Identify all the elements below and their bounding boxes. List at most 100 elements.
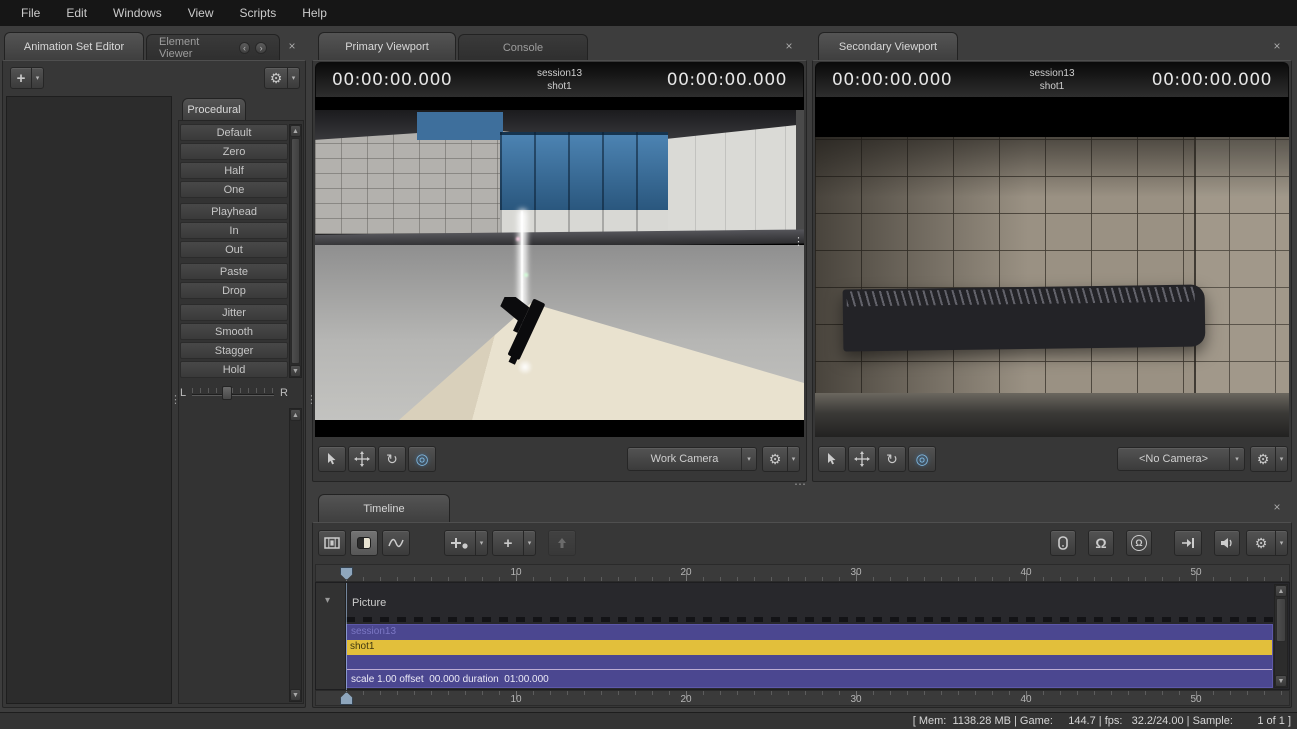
go-to-end-button[interactable]: [1174, 530, 1202, 556]
scroll-thumb[interactable]: [291, 138, 300, 364]
timeline-settings-button[interactable]: ⚙ ▾: [1246, 530, 1288, 556]
preset-scrollbar[interactable]: ▲ ▼: [289, 124, 302, 378]
add-animation-set-button[interactable]: + ▾: [10, 67, 44, 89]
rotate-icon: ↻: [386, 450, 398, 467]
camera-selector[interactable]: Work Camera ▾: [627, 447, 757, 471]
motion-editor-mode-button[interactable]: [350, 530, 378, 556]
preset-smooth[interactable]: Smooth: [180, 323, 288, 340]
scroll-down-icon[interactable]: ▼: [290, 689, 301, 701]
track-expander[interactable]: ▾: [325, 595, 330, 606]
tab-procedural[interactable]: Procedural: [182, 98, 246, 120]
close-panel-button[interactable]: ×: [1270, 500, 1284, 514]
move-tool-button[interactable]: [348, 446, 376, 472]
tab-console[interactable]: Console: [458, 34, 588, 60]
track-area: ▾ Picture session13 shot1 scale 1.00 off…: [315, 582, 1290, 691]
history-forward-button[interactable]: ›: [255, 41, 267, 54]
scroll-down-icon[interactable]: ▼: [1275, 675, 1287, 687]
clip-editor-mode-button[interactable]: [318, 530, 346, 556]
slider-track[interactable]: [192, 394, 274, 396]
timecode-left: 00:00:00.000: [332, 70, 453, 90]
add-keyframe-button[interactable]: ▾: [444, 530, 488, 556]
menu-file[interactable]: File: [8, 1, 53, 25]
preset-hold[interactable]: Hold: [180, 361, 288, 378]
menu-help[interactable]: Help: [289, 1, 340, 25]
secondary-viewport-canvas[interactable]: [815, 97, 1289, 437]
tab-animation-set-editor[interactable]: Animation Set Editor: [4, 32, 144, 60]
tree-splitter-handle[interactable]: ⋮: [170, 395, 181, 406]
primary-viewport-canvas[interactable]: [315, 97, 804, 437]
up-one-level-button[interactable]: [548, 530, 576, 556]
history-back-button[interactable]: ‹: [238, 41, 251, 54]
preset-paste[interactable]: Paste: [180, 263, 288, 280]
track-gutter: ▾: [316, 583, 346, 689]
viewport-splitter-handle[interactable]: ⋮: [793, 237, 804, 248]
tab-timeline[interactable]: Timeline: [318, 494, 450, 522]
add-clip-button[interactable]: + ▾: [492, 530, 536, 556]
scroll-up-icon[interactable]: ▲: [1275, 585, 1287, 597]
primary-viewport-panel: Primary Viewport Console × 00:00:00.000 …: [312, 32, 807, 482]
orbit-tool-button[interactable]: ◎: [408, 446, 436, 472]
chevron-down-icon: ▾: [523, 531, 535, 555]
preset-playhead[interactable]: Playhead: [180, 203, 288, 220]
timeline-ruler-top[interactable]: 10 20 30 40 50: [315, 564, 1290, 582]
preset-one[interactable]: One: [180, 181, 288, 198]
tab-label: Primary Viewport: [345, 40, 429, 53]
magnet-icon: Ω: [1095, 535, 1107, 551]
menu-windows[interactable]: Windows: [100, 1, 175, 25]
menu-view[interactable]: View: [175, 1, 227, 25]
rotate-tool-button[interactable]: ↻: [378, 446, 406, 472]
track-scrollbar[interactable]: ▲ ▼: [1274, 584, 1288, 688]
orbit-tool-button[interactable]: ◎: [908, 446, 936, 472]
session-name: session13: [536, 68, 583, 79]
ruler-tick-label: 40: [1020, 567, 1032, 578]
tab-secondary-viewport[interactable]: Secondary Viewport: [818, 32, 958, 60]
panel-settings-button[interactable]: ⚙ ▾: [264, 67, 300, 89]
close-panel-button[interactable]: ×: [285, 39, 299, 53]
preset-zero[interactable]: Zero: [180, 143, 288, 160]
ruler-tick-label: 10: [510, 694, 522, 705]
close-panel-button[interactable]: ×: [1270, 39, 1284, 53]
preset-out[interactable]: Out: [180, 241, 288, 258]
preset-drop[interactable]: Drop: [180, 282, 288, 299]
session-clip[interactable]: session13 shot1 scale 1.00 offset 00.000…: [346, 624, 1273, 688]
select-tool-button[interactable]: [318, 446, 346, 472]
snap-playhead-button[interactable]: [1050, 530, 1076, 556]
viewport-settings-button[interactable]: ⚙ ▾: [762, 446, 800, 472]
preset-default[interactable]: Default: [180, 124, 288, 141]
timeline-splitter-handle[interactable]: ⋯: [794, 477, 806, 491]
tab-primary-viewport[interactable]: Primary Viewport: [318, 32, 456, 60]
rotate-tool-button[interactable]: ↻: [878, 446, 906, 472]
close-panel-button[interactable]: ×: [782, 39, 796, 53]
chevron-down-icon: ▾: [741, 448, 756, 470]
preset-in[interactable]: In: [180, 222, 288, 239]
viewport-settings-button[interactable]: ⚙ ▾: [1250, 446, 1288, 472]
select-tool-button[interactable]: [818, 446, 846, 472]
snap-magnet-frames-button[interactable]: Ω: [1126, 530, 1152, 556]
scene-bathroom: [315, 110, 804, 234]
tab-element-viewer[interactable]: Element Viewer ‹ ›: [146, 34, 280, 60]
primary-timecode-bar: 00:00:00.000 session13 shot1 00:00:00.00…: [315, 62, 804, 97]
scroll-up-icon[interactable]: ▲: [290, 125, 301, 137]
slider-thumb[interactable]: [222, 386, 232, 400]
preset-half[interactable]: Half: [180, 162, 288, 179]
scroll-down-icon[interactable]: ▼: [290, 365, 301, 377]
orbit-icon: ◎: [415, 451, 429, 468]
snap-magnet-button[interactable]: Ω: [1088, 530, 1114, 556]
menu-scripts[interactable]: Scripts: [227, 1, 290, 25]
preset-stagger[interactable]: Stagger: [180, 342, 288, 359]
graph-editor-mode-button[interactable]: [382, 530, 410, 556]
camera-selector[interactable]: <No Camera> ▾: [1117, 447, 1245, 471]
audio-mute-button[interactable]: [1214, 530, 1240, 556]
timeline-ruler-bottom[interactable]: 10 20 30 40 50: [315, 690, 1290, 706]
shot-clip[interactable]: shot1: [347, 640, 1272, 655]
session-name: session13: [1029, 68, 1075, 79]
move-tool-button[interactable]: [848, 446, 876, 472]
slider-ticks: [192, 388, 274, 393]
menu-edit[interactable]: Edit: [53, 1, 100, 25]
preset-jitter[interactable]: Jitter: [180, 304, 288, 321]
lower-scrollbar[interactable]: ▲ ▼: [289, 408, 302, 702]
scroll-up-icon[interactable]: ▲: [290, 409, 301, 421]
sparkle-dot-1: [516, 237, 520, 241]
animation-set-tree[interactable]: [6, 96, 172, 704]
scroll-thumb[interactable]: [1276, 598, 1286, 642]
